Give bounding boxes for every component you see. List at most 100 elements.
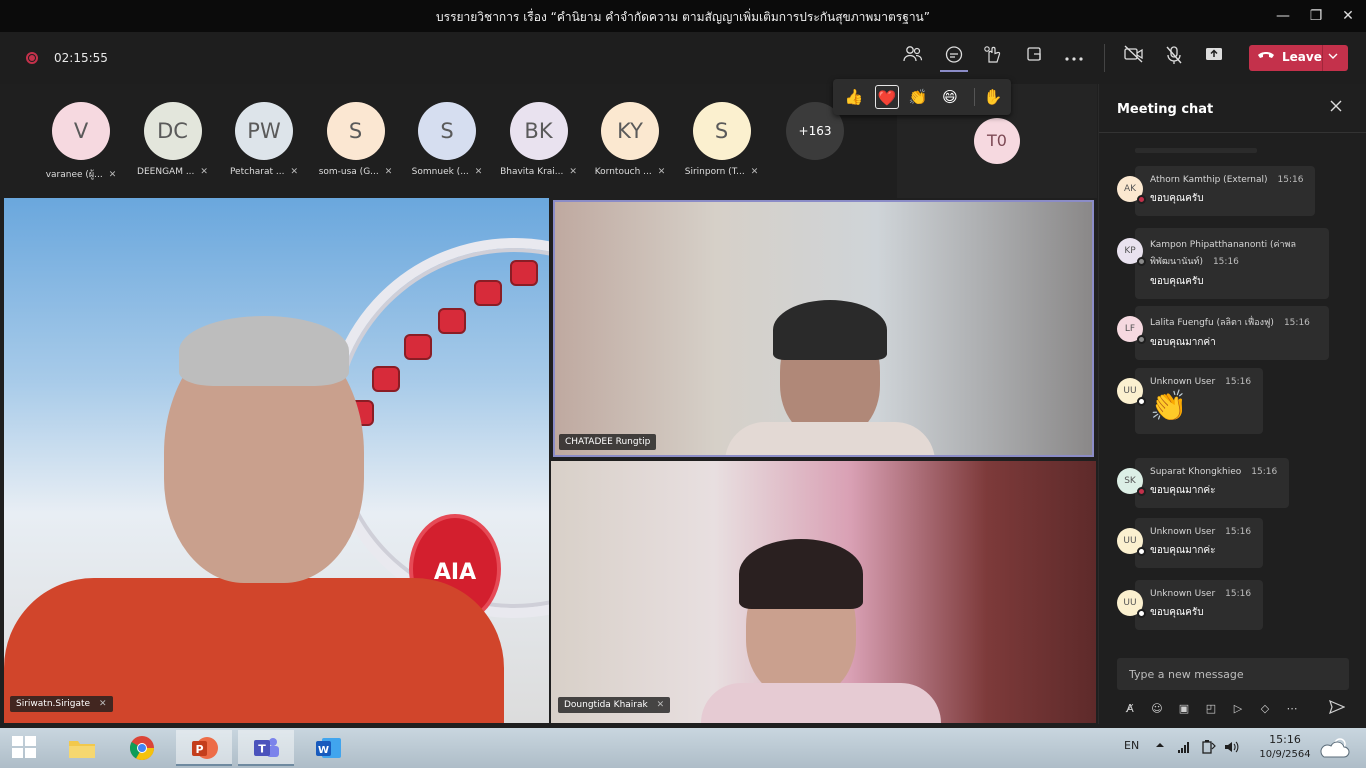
chat-title: Meeting chat (1117, 102, 1214, 117)
close-chat-button[interactable] (1329, 98, 1343, 117)
input-language-indicator[interactable]: EN (1124, 739, 1139, 752)
message-text: ขอบคุณครับ (1150, 276, 1204, 287)
participant-avatar: S (692, 102, 751, 160)
participant-avatar: BK (509, 102, 568, 160)
participant-card[interactable]: S Somnuek (... ✕ (402, 102, 492, 192)
raise-hand-button[interactable]: ✋ (981, 85, 1005, 109)
weather-icon[interactable] (1318, 735, 1352, 764)
reactions-icon (984, 46, 1001, 63)
file-explorer-taskbar-button[interactable] (54, 730, 110, 766)
minimize-button[interactable]: — (1273, 6, 1293, 26)
mic-off-icon: ✕ (108, 170, 117, 180)
presence-status-icon (1137, 195, 1146, 204)
leave-button[interactable]: Leave (1249, 45, 1348, 71)
message-author-line: Athorn Kamthip (External) 15:16 (1150, 175, 1303, 185)
participant-hair (773, 300, 887, 360)
mic-off-icon: ✕ (98, 699, 107, 709)
video-tile-doungtida[interactable]: Doungtida Khairak ✕ (551, 461, 1096, 723)
message-text: ขอบคุณมากค่า (1150, 337, 1216, 348)
teams-taskbar-button[interactable]: T (238, 730, 294, 766)
message-text: ขอบคุณมากค่ะ (1150, 545, 1216, 556)
chevron-up-icon[interactable] (1155, 740, 1165, 753)
title-bar: บรรยายวิชาการ เรื่อง “คำนิยาม คำจำกัดควา… (0, 0, 1366, 32)
more-options-button[interactable] (1061, 45, 1087, 69)
presence-status-icon (1137, 397, 1146, 406)
chrome-taskbar-button[interactable] (114, 730, 170, 766)
chat-message-input[interactable] (1117, 658, 1349, 690)
participant-name-label: Bhavita Krai... (500, 167, 564, 177)
message-author-line: Lalita Fuengfu (ลลิตา เฟื่องฟู) 15:16 (1150, 315, 1315, 329)
chevron-down-icon[interactable] (1327, 49, 1339, 66)
meet-now-icon[interactable]: ▷ (1229, 700, 1247, 718)
message-time: 15:16 (1225, 589, 1252, 599)
folder-icon (69, 741, 95, 758)
battery-icon[interactable] (1201, 740, 1217, 757)
ferris-pod (438, 308, 466, 334)
chat-scroll-fragment (1135, 148, 1257, 153)
heart-reaction-button[interactable]: ❤️ (875, 85, 899, 109)
format-icon[interactable]: A̸ (1121, 700, 1139, 718)
maximize-button[interactable]: ❐ (1306, 6, 1326, 26)
teams-meeting-window: บรรยายวิชาการ เรื่อง “คำนิยาม คำจำกัดควา… (0, 0, 1366, 768)
more-options-icon[interactable]: ⋯ (1283, 700, 1301, 718)
chat-bubble: Lalita Fuengfu (ลลิตา เฟื่องฟู) 15:16 ขอบค… (1135, 306, 1329, 360)
like-reaction-button[interactable]: 👍 (842, 85, 866, 109)
video-tile-siriwatn[interactable]: AIA Siriwatn.Sirigate ✕ (4, 198, 549, 723)
participant-name: DEENGAM ... ✕ (128, 167, 218, 177)
network-icon[interactable] (1177, 741, 1191, 756)
laugh-reaction-button[interactable]: 😄 (938, 85, 962, 109)
participant-name-label: Somnuek (... (411, 167, 469, 177)
windows-start-button[interactable] (12, 736, 38, 760)
participant-card[interactable]: Vvaranee (ผู้... ✕ (36, 102, 126, 192)
chat-button[interactable] (941, 45, 967, 69)
send-icon[interactable] (1328, 699, 1346, 718)
mic-off-icon: ✕ (656, 700, 665, 710)
video-name-tag: Siriwatn.Sirigate ✕ (10, 696, 113, 712)
powerpoint-taskbar-button[interactable]: P (176, 730, 232, 766)
participant-name: som-usa (G... ✕ (311, 167, 401, 177)
chat-bubble: Unknown User 15:16 ขอบคุณครับ (1135, 580, 1263, 630)
reactions-button[interactable] (980, 45, 1006, 69)
message-author: Unknown User (1150, 589, 1216, 599)
taskbar-clock[interactable]: 15:16 10/9/2564 (1250, 733, 1320, 760)
applause-reaction-button[interactable]: 👏 (906, 85, 930, 109)
participant-card[interactable]: DC DEENGAM ... ✕ (128, 102, 218, 192)
mic-off-icon: ✕ (474, 167, 483, 177)
participant-name-label: varanee (ผู้... (45, 170, 103, 180)
leave-button-label: Leave (1282, 50, 1322, 64)
message-author-line: พิพัฒนานันท์) 15:16 (1150, 254, 1315, 268)
participant-card[interactable]: BK Bhavita Krai... ✕ (494, 102, 584, 192)
close-icon (1330, 100, 1342, 112)
sticker-icon[interactable]: ◰ (1202, 700, 1220, 718)
participant-card[interactable]: Ssom-usa (G... ✕ (311, 102, 401, 192)
word-taskbar-button[interactable]: W (300, 730, 356, 766)
participant-card[interactable]: S Sirinporn (T... ✕ (677, 102, 767, 192)
ferris-pod (474, 280, 502, 306)
gif-icon[interactable]: ▣ (1175, 700, 1193, 718)
volume-icon[interactable] (1224, 740, 1240, 757)
message-text: ขอบคุณมากค่ะ (1150, 485, 1216, 496)
mic-toggle-button[interactable] (1161, 45, 1187, 69)
participant-card[interactable]: KY Korntouch ... ✕ (585, 102, 675, 192)
video-name-tag: Doungtida Khairak ✕ (558, 697, 671, 713)
share-tray-button[interactable] (1021, 45, 1047, 69)
close-window-button[interactable]: ✕ (1338, 6, 1358, 26)
mic-off-icon: ✕ (290, 167, 299, 177)
praise-icon[interactable]: ◇ (1256, 700, 1274, 718)
teams-icon: T (254, 738, 279, 757)
mic-off-icon: ✕ (200, 167, 208, 177)
message-author: Unknown User (1150, 377, 1216, 387)
chat-composer[interactable] (1117, 658, 1349, 690)
svg-text:P: P (195, 743, 203, 756)
camera-toggle-button[interactable] (1121, 45, 1147, 69)
share-content-button[interactable] (1201, 45, 1227, 69)
emoji-icon[interactable]: ☺ (1148, 700, 1166, 718)
video-tile-chatadee[interactable]: CHATADEE Rungtip (553, 200, 1094, 457)
participant-avatar-t0[interactable]: T0 (974, 118, 1020, 164)
mic-off-icon: ✕ (657, 167, 666, 177)
participant-name: Sirinporn (T... ✕ (677, 167, 767, 177)
participant-card[interactable]: PW Petcharat ... ✕ (219, 102, 309, 192)
participants-button[interactable] (900, 45, 926, 69)
chrome-icon (129, 736, 154, 761)
meeting-chat-panel: Meeting chat Athorn Kamthip (External) 15… (1098, 84, 1366, 724)
